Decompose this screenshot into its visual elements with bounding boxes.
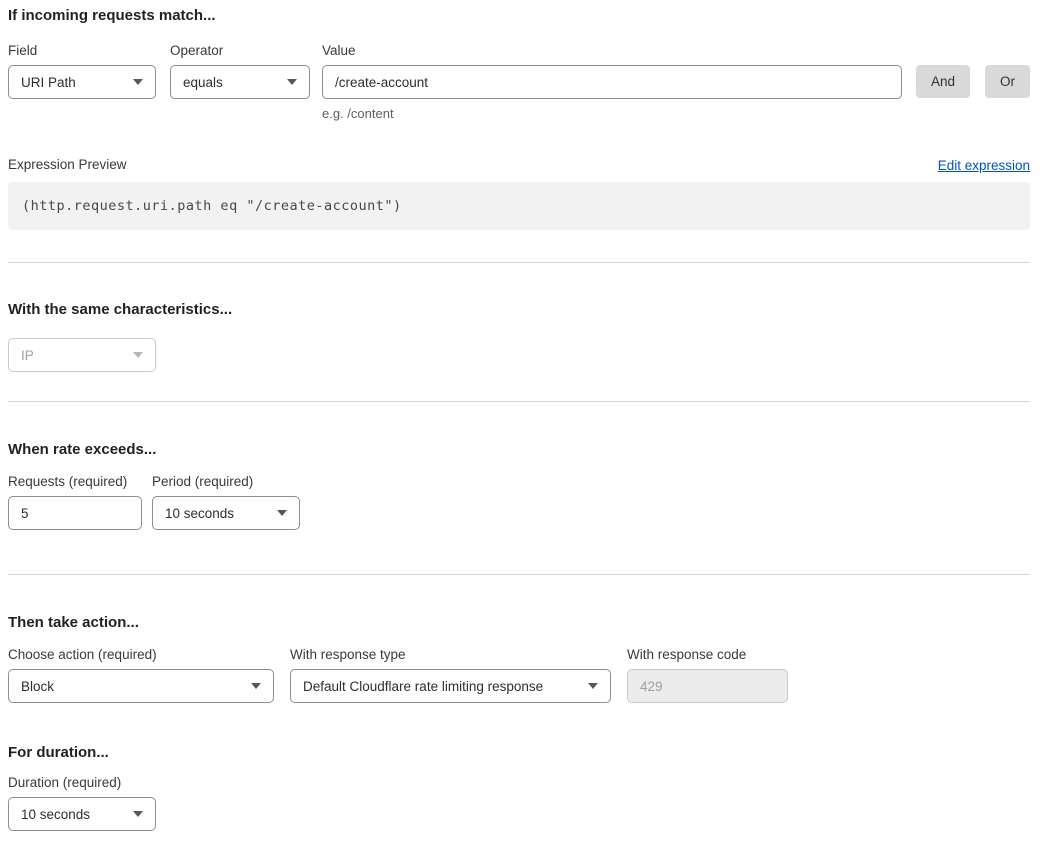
period-select[interactable]: 10 seconds xyxy=(152,496,300,530)
or-button[interactable]: Or xyxy=(985,65,1030,98)
chevron-down-icon xyxy=(277,510,287,516)
chevron-down-icon xyxy=(588,683,598,689)
rate-row: Requests (required) Period (required) 10… xyxy=(8,474,1030,530)
expression-preview-label: Expression Preview xyxy=(8,157,127,173)
duration-label: Duration (required) xyxy=(8,775,1030,791)
period-select-value: 10 seconds xyxy=(165,506,234,521)
chevron-down-icon xyxy=(251,683,261,689)
requests-label: Requests (required) xyxy=(8,474,142,490)
rate-limiting-rule-form: If incoming requests match... Field URI … xyxy=(0,0,1048,842)
section-divider xyxy=(8,574,1030,575)
action-select-value: Block xyxy=(21,679,54,694)
chevron-down-icon xyxy=(133,811,143,817)
value-label: Value xyxy=(322,43,902,59)
match-expression-row: Field URI Path Operator equals Value e.g… xyxy=(8,43,1030,121)
duration-select-value: 10 seconds xyxy=(21,807,90,822)
section-divider xyxy=(8,401,1030,402)
field-select[interactable]: URI Path xyxy=(8,65,156,99)
field-select-value: URI Path xyxy=(21,75,76,90)
requests-input[interactable] xyxy=(8,496,142,530)
and-button[interactable]: And xyxy=(916,65,970,98)
field-label: Field xyxy=(8,43,156,59)
value-input[interactable] xyxy=(322,65,902,99)
characteristics-section-heading: With the same characteristics... xyxy=(8,302,1030,318)
characteristic-select: IP xyxy=(8,338,156,372)
duration-field-group: Duration (required) 10 seconds xyxy=(8,775,1030,831)
choose-action-label: Choose action (required) xyxy=(8,647,274,663)
duration-section-heading: For duration... xyxy=(8,745,1030,761)
chevron-down-icon xyxy=(287,79,297,85)
response-type-select[interactable]: Default Cloudflare rate limiting respons… xyxy=(290,669,611,703)
match-section-heading: If incoming requests match... xyxy=(8,8,1030,24)
expression-preview-header: Expression Preview Edit expression xyxy=(8,157,1030,173)
response-code-label: With response code xyxy=(627,647,788,663)
edit-expression-link[interactable]: Edit expression xyxy=(938,158,1030,173)
response-type-label: With response type xyxy=(290,647,611,663)
chevron-down-icon xyxy=(133,352,143,358)
period-label: Period (required) xyxy=(152,474,300,490)
section-divider xyxy=(8,262,1030,263)
action-select[interactable]: Block xyxy=(8,669,274,703)
operator-select[interactable]: equals xyxy=(170,65,310,99)
chevron-down-icon xyxy=(133,79,143,85)
response-type-select-value: Default Cloudflare rate limiting respons… xyxy=(303,679,543,694)
action-section-heading: Then take action... xyxy=(8,615,1030,631)
operator-label: Operator xyxy=(170,43,310,59)
action-row: Choose action (required) Block With resp… xyxy=(8,647,1030,703)
duration-select[interactable]: 10 seconds xyxy=(8,797,156,831)
characteristic-select-value: IP xyxy=(21,348,34,363)
response-code-input xyxy=(627,669,788,703)
rate-section-heading: When rate exceeds... xyxy=(8,442,1030,458)
expression-preview-box: (http.request.uri.path eq "/create-accou… xyxy=(8,182,1030,230)
value-hint: e.g. /content xyxy=(322,106,902,121)
operator-select-value: equals xyxy=(183,75,223,90)
